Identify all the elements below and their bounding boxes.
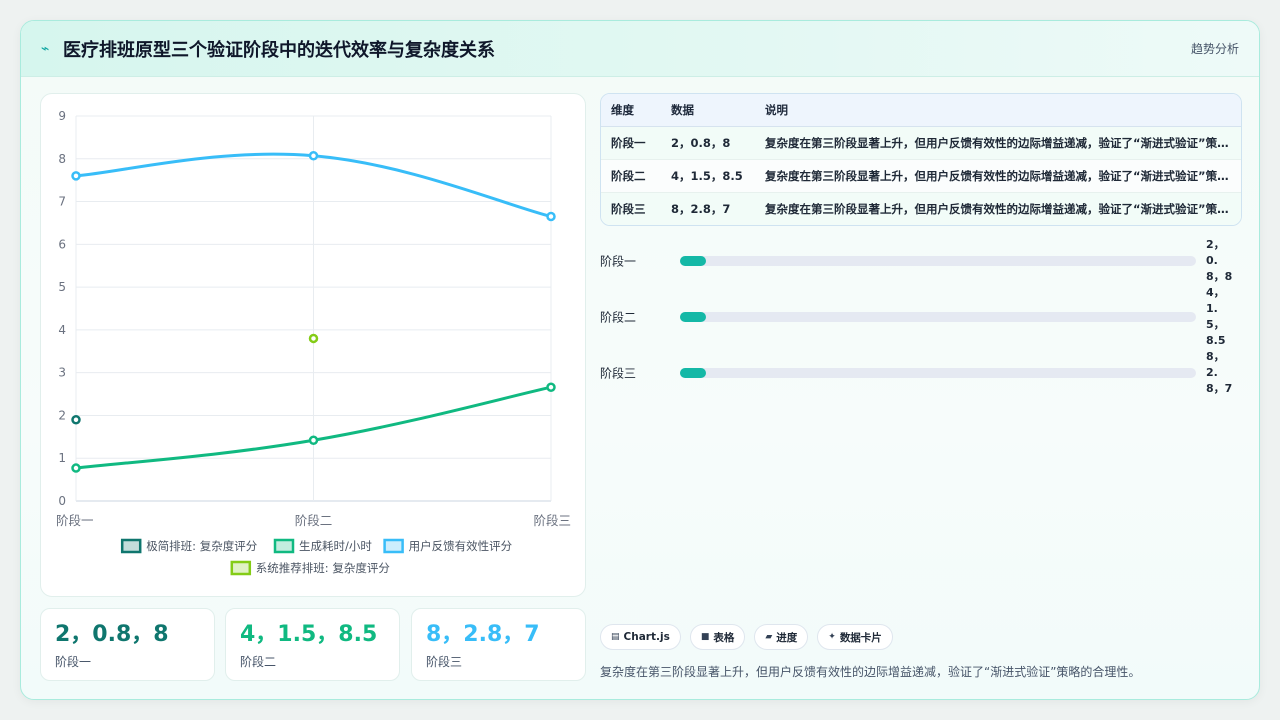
table-cell: 阶段二: [611, 168, 646, 183]
data-point: [71, 463, 81, 473]
progress-fill: [680, 256, 706, 266]
progress-value: 8，2.8，7: [1206, 350, 1233, 395]
dashboard-card: ⌁ 医疗排班原型三个验证阶段中的迭代效率与复杂度关系 趋势分析 0 1 2 3 4 5 6 7…: [20, 20, 1260, 700]
legend-label: 极简排班: 复杂度评分: [146, 539, 258, 553]
progress-track: [680, 256, 1196, 266]
y-tick-label: 0: [58, 494, 66, 508]
table-header-row: 维度 数据 说明: [601, 94, 1241, 127]
line-chart: 0 1 2 3 4 5 6 7 8 9 阶段一 阶段二 阶段三极简排班: 复杂度评分 生成耗时/小时 用户反…: [56, 109, 571, 576]
kpi-card-stage-2: 4，1.5，8.5 阶段二: [225, 608, 400, 681]
progress-fill: [680, 368, 706, 378]
tab-table[interactable]: ■ 表格: [689, 624, 746, 650]
y-tick-label: 9: [58, 109, 66, 123]
progress-value: 4，1.5，8.5: [1206, 286, 1226, 347]
legend-swatch: [383, 538, 404, 554]
legend-swatch: [230, 560, 252, 576]
progress-icon: ▰: [765, 632, 773, 642]
x-tick-label: 阶段一: [56, 513, 94, 528]
data-point: [546, 382, 556, 392]
kpi-label: 阶段二: [240, 655, 277, 669]
data-point: [71, 171, 81, 181]
page-title: 医疗排班原型三个验证阶段中的迭代效率与复杂度关系: [63, 39, 495, 61]
y-tick-label: 4: [58, 323, 66, 337]
table-cell: 复杂度在第三阶段显著上升，但用户反馈有效性的边际增益递减，验证了“渐进式验证”策…: [765, 168, 1241, 183]
pulse-icon: ⌁: [41, 40, 50, 57]
kpi-label: 阶段三: [426, 655, 463, 669]
progress-fill: [680, 312, 706, 322]
data-point: [308, 435, 319, 446]
table-icon: ■: [700, 632, 710, 642]
kpi-label: 阶段一: [55, 655, 92, 669]
tab-chartjs[interactable]: ▤ Chart.js: [600, 624, 681, 650]
column-header: 数据: [661, 94, 755, 127]
kpi-card-stage-1: 2，0.8，8 阶段一: [40, 608, 215, 681]
y-tick-label: 7: [58, 195, 66, 209]
progress-track: [680, 312, 1196, 322]
progress-label: 阶段一: [600, 254, 637, 269]
tab-label: 进度: [776, 631, 798, 644]
sparkle-icon: ✦: [828, 632, 836, 642]
kpi-value: 2，0.8，8: [55, 622, 169, 647]
y-tick-label: 2: [58, 408, 66, 422]
progress-label: 阶段三: [600, 366, 637, 381]
progress-row-stage-1: 阶段一 2，0.8，8: [600, 237, 1245, 285]
table-cell: 复杂度在第三阶段显著上升，但用户反馈有效性的边际增益递减，验证了“渐进式验证”策…: [765, 201, 1241, 216]
data-point: [546, 211, 556, 222]
legend-label: 用户反馈有效性评分: [409, 539, 513, 553]
table-row: 阶段二 4，1.5，8.5 复杂度在第三阶段显著上升，但用户反馈有效性的边际增益…: [601, 159, 1241, 192]
data-point: [308, 151, 319, 161]
kpi-value: 4，1.5，8.5: [240, 622, 378, 647]
column-header: 说明: [755, 94, 1241, 127]
data-table: 维度 数据 说明 阶段一 2，0.8，8 复杂度在第三阶段显著上升，但用户反馈有…: [600, 93, 1242, 226]
table-cell: 阶段三: [611, 201, 646, 216]
table-row: 阶段一 2，0.8，8 复杂度在第三阶段显著上升，但用户反馈有效性的边际增益递减…: [601, 126, 1241, 159]
view-tabs: ▤ Chart.js ■ 表格 ▰ 进度 ✦ 数据卡片: [600, 624, 893, 650]
chart-panel: 0 1 2 3 4 5 6 7 8 9 阶段一 阶段二 阶段三极简排班: 复杂度评分 生成耗时/小时 用户反…: [40, 93, 586, 597]
y-tick-label: 5: [58, 280, 66, 294]
progress-row-stage-2: 阶段二 4，1.5，8.5: [600, 286, 1245, 347]
table-row: 阶段三 8，2.8，7 复杂度在第三阶段显著上升，但用户反馈有效性的边际增益递减…: [601, 192, 1241, 225]
progress-track: [680, 368, 1196, 378]
table-cell: 复杂度在第三阶段显著上升，但用户反馈有效性的边际增益递减，验证了“渐进式验证”策…: [765, 135, 1241, 150]
tab-label: 表格: [713, 631, 735, 644]
table-cell: 4，1.5，8.5: [671, 168, 743, 183]
table-cell: 阶段一: [611, 135, 646, 150]
legend-swatch: [273, 538, 295, 554]
legend-label: 生成耗时/小时: [299, 539, 372, 553]
data-point: [308, 333, 319, 344]
x-tick-label: 阶段三: [533, 513, 571, 528]
trend-analysis-tag: 趋势分析: [1190, 42, 1239, 56]
legend-swatch: [120, 538, 142, 554]
tab-progress[interactable]: ▰ 进度: [754, 624, 809, 650]
tab-data-cards[interactable]: ✦ 数据卡片: [817, 624, 893, 650]
chart-icon: ▤: [611, 632, 620, 642]
tab-label: Chart.js: [623, 631, 670, 643]
y-tick-label: 8: [58, 152, 66, 166]
y-tick-label: 6: [58, 237, 66, 251]
summary-text: 复杂度在第三阶段显著上升，但用户反馈有效性的边际增益递减，验证了“渐进式验证”策…: [600, 665, 1141, 679]
tab-label: 数据卡片: [839, 631, 882, 644]
kpi-card-stage-3: 8，2.8，7 阶段三: [411, 608, 586, 681]
legend-label: 系统推荐排班: 复杂度评分: [256, 561, 391, 575]
y-tick-label: 1: [58, 451, 66, 465]
progress-value: 2，0.8，8: [1206, 238, 1233, 283]
y-tick-label: 3: [58, 366, 66, 380]
column-header: 维度: [601, 94, 661, 127]
data-point: [71, 414, 81, 425]
table-cell: 2，0.8，8: [671, 135, 731, 150]
table-cell: 8，2.8，7: [671, 201, 731, 216]
progress-row-stage-3: 阶段三 8，2.8，7: [600, 349, 1245, 397]
card-header: ⌁ 医疗排班原型三个验证阶段中的迭代效率与复杂度关系 趋势分析: [21, 21, 1259, 77]
x-tick-label: 阶段二: [295, 513, 333, 528]
kpi-value: 8，2.8，7: [426, 622, 540, 647]
progress-label: 阶段二: [600, 310, 637, 325]
